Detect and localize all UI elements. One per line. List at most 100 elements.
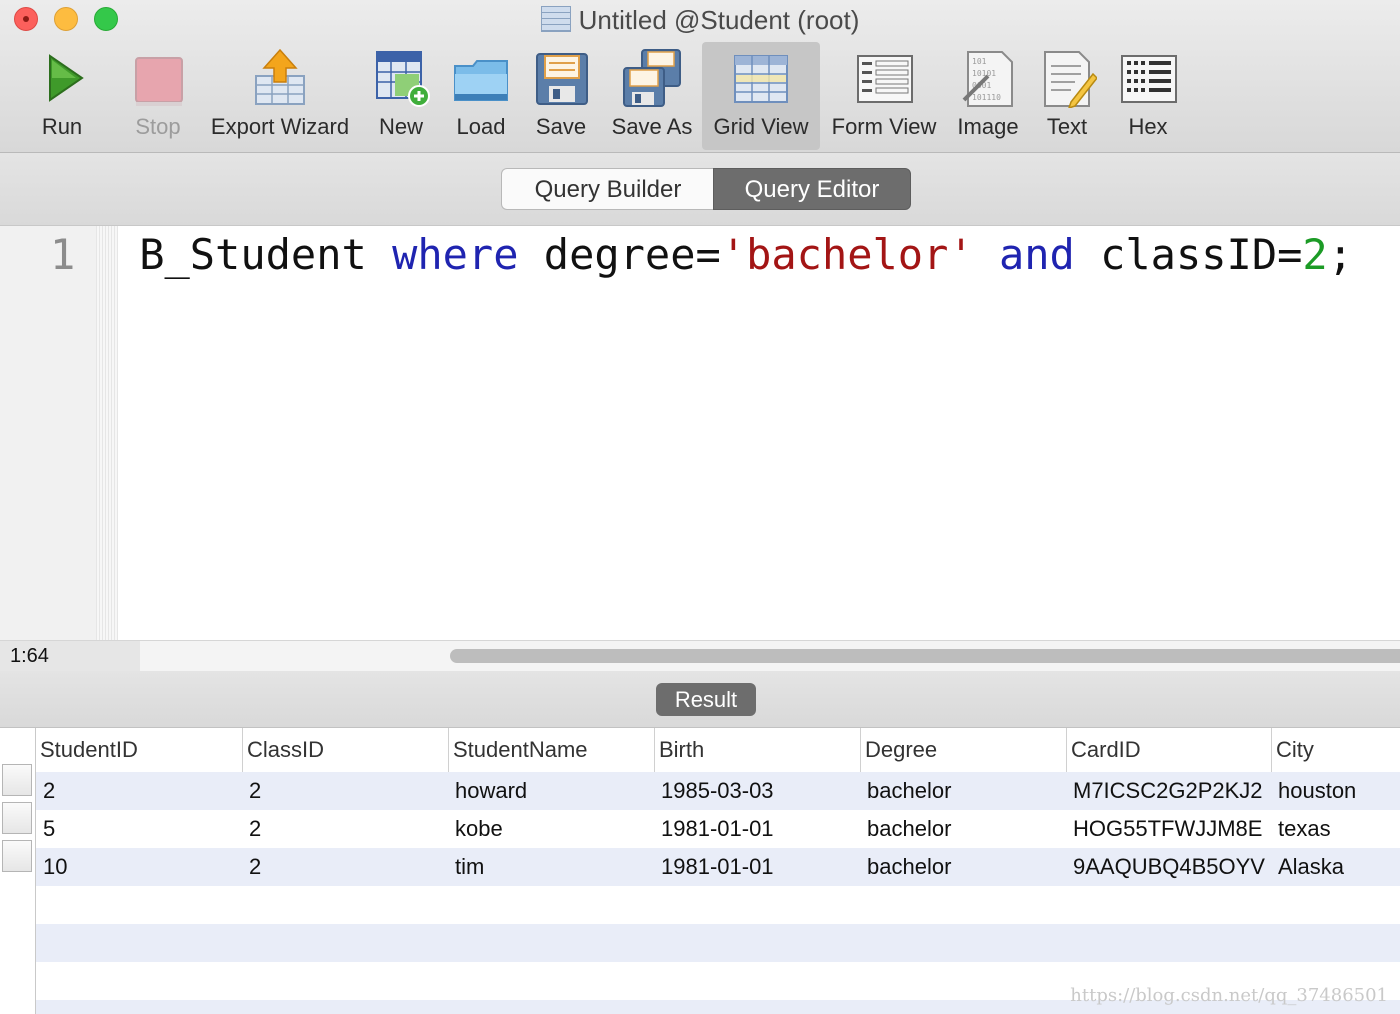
empty-row xyxy=(36,924,1400,962)
table-row[interactable]: 2 2 howard 1985-03-03 bachelor M7ICSC2G2… xyxy=(36,772,1400,810)
table-cell[interactable]: kobe xyxy=(448,810,654,848)
column-header[interactable]: CardID xyxy=(1066,728,1271,772)
mode-switcher-bar: Query Builder Query Editor xyxy=(0,153,1400,226)
code-string-literal: 'bachelor' xyxy=(720,230,974,279)
column-header[interactable]: StudentName xyxy=(448,728,654,772)
code-number-literal: 2 xyxy=(1302,230,1328,279)
save-label: Save xyxy=(535,114,587,139)
form-view-icon xyxy=(857,55,913,103)
column-header[interactable]: Degree xyxy=(860,728,1066,772)
query-builder-tab[interactable]: Query Builder xyxy=(501,168,714,210)
cursor-position: 1:64 xyxy=(0,641,140,671)
code-text: ; xyxy=(1327,230,1353,279)
image-label: Image xyxy=(957,114,1019,139)
table-cell[interactable]: HOG55TFWJJM8E xyxy=(1066,810,1266,848)
load-label: Load xyxy=(456,114,506,139)
sql-editor[interactable]: 1 B_Student where degree='bachelor' and … xyxy=(0,226,1400,640)
table-cell[interactable]: bachelor xyxy=(860,772,1066,810)
grid-view-button[interactable]: Grid View xyxy=(702,42,820,150)
result-tab[interactable]: Result xyxy=(656,683,756,716)
table-row[interactable]: 10 2 tim 1981-01-01 bachelor 9AAQUBQ4B5O… xyxy=(36,848,1400,886)
table-cell[interactable]: 9AAQUBQ4B5OYV xyxy=(1066,848,1266,886)
run-label: Run xyxy=(41,114,83,139)
editor-status-bar: 1:64 xyxy=(0,640,1400,672)
save-as-button[interactable]: Save As xyxy=(606,42,698,150)
column-headers: StudentID ClassID StudentName Birth Degr… xyxy=(36,728,1400,773)
table-cell[interactable]: 2 xyxy=(242,848,448,886)
new-label: New xyxy=(378,114,423,139)
line-number: 1 xyxy=(50,230,76,279)
table-cell[interactable]: 1981-01-01 xyxy=(654,848,860,886)
code-keyword: and xyxy=(998,230,1075,279)
stop-button[interactable]: Stop xyxy=(118,42,198,150)
text-icon xyxy=(1044,51,1097,108)
result-grid[interactable]: StudentID ClassID StudentName Birth Degr… xyxy=(0,728,1400,1014)
code-text: degree= xyxy=(518,230,721,279)
table-cell[interactable]: 1981-01-01 xyxy=(654,810,860,848)
save-as-icon xyxy=(623,49,681,107)
code-text: classID= xyxy=(1074,230,1303,279)
table-cell[interactable]: bachelor xyxy=(860,810,1066,848)
column-header[interactable]: StudentID xyxy=(36,728,242,772)
table-cell[interactable]: M7ICSC2G2P2KJ2 xyxy=(1066,772,1266,810)
grid-view-label: Grid View xyxy=(713,114,809,139)
hex-label: Hex xyxy=(1128,114,1168,139)
fold-margin xyxy=(96,226,118,640)
watermark: https://blog.csdn.net/qq_37486501 xyxy=(1070,985,1388,1006)
load-button[interactable]: Load xyxy=(446,42,516,150)
hex-button[interactable]: Hex xyxy=(1110,42,1186,150)
run-button[interactable]: Run xyxy=(16,42,108,150)
svg-text:10101: 10101 xyxy=(972,69,996,78)
column-header[interactable]: ClassID xyxy=(242,728,448,772)
table-cell[interactable]: 2 xyxy=(242,772,448,810)
row-selector[interactable] xyxy=(2,840,32,872)
code-keyword: where xyxy=(392,230,519,279)
form-view-button[interactable]: Form View xyxy=(826,42,942,150)
image-button[interactable]: 101 10101 0001 101110 Image xyxy=(950,42,1026,150)
table-row[interactable]: 5 2 kobe 1981-01-01 bachelor HOG55TFWJJM… xyxy=(36,810,1400,848)
export-wizard-button[interactable]: Export Wizard xyxy=(204,42,356,150)
svg-text:101110: 101110 xyxy=(972,93,1001,102)
table-cell[interactable]: bachelor xyxy=(860,848,1066,886)
query-editor-tab[interactable]: Query Editor xyxy=(713,168,911,210)
stop-label: Stop xyxy=(135,114,181,139)
code-line[interactable]: B_Student where degree='bachelor' and cl… xyxy=(139,230,1353,279)
horizontal-scrollbar[interactable] xyxy=(450,649,1400,663)
hex-icon xyxy=(1121,55,1177,103)
table-document-icon xyxy=(540,6,571,32)
table-cell[interactable]: 2 xyxy=(242,810,448,848)
table-cell[interactable]: howard xyxy=(448,772,654,810)
text-label: Text xyxy=(1046,114,1088,139)
window-title: Untitled @Student (root) xyxy=(0,2,1400,38)
svg-text:101: 101 xyxy=(972,57,987,66)
table-cell[interactable]: 1985-03-03 xyxy=(654,772,860,810)
code-line-viewport[interactable]: B_Student where degree='bachelor' and cl… xyxy=(118,226,1400,296)
column-header[interactable]: Birth xyxy=(654,728,860,772)
table-cell[interactable]: texas xyxy=(1271,810,1400,848)
table-cell[interactable]: 2 xyxy=(36,772,242,810)
save-as-label: Save As xyxy=(611,114,693,139)
column-header[interactable]: City xyxy=(1271,728,1400,772)
table-cell[interactable]: houston xyxy=(1271,772,1400,810)
grid-view-icon xyxy=(734,55,788,103)
table-cell[interactable]: 5 xyxy=(36,810,242,848)
new-icon xyxy=(376,51,430,107)
result-bar: Result xyxy=(0,671,1400,728)
table-cell[interactable]: 10 xyxy=(36,848,242,886)
export-wizard-icon xyxy=(255,48,305,105)
row-selector[interactable] xyxy=(2,802,32,834)
stop-icon xyxy=(135,57,183,106)
table-cell[interactable]: Alaska xyxy=(1271,848,1400,886)
table-cell[interactable]: tim xyxy=(448,848,654,886)
window-toolbar: Untitled @Student (root) Run Stop Export… xyxy=(0,0,1400,153)
code-text: B_Student xyxy=(139,230,393,279)
text-button[interactable]: Text xyxy=(1034,42,1100,150)
load-icon xyxy=(454,60,508,101)
save-icon xyxy=(536,53,588,105)
image-icon: 101101010001101110 xyxy=(962,51,1013,107)
form-view-label: Form View xyxy=(831,114,937,139)
new-button[interactable]: New xyxy=(364,42,438,150)
row-selector[interactable] xyxy=(2,764,32,796)
save-button[interactable]: Save xyxy=(524,42,598,150)
